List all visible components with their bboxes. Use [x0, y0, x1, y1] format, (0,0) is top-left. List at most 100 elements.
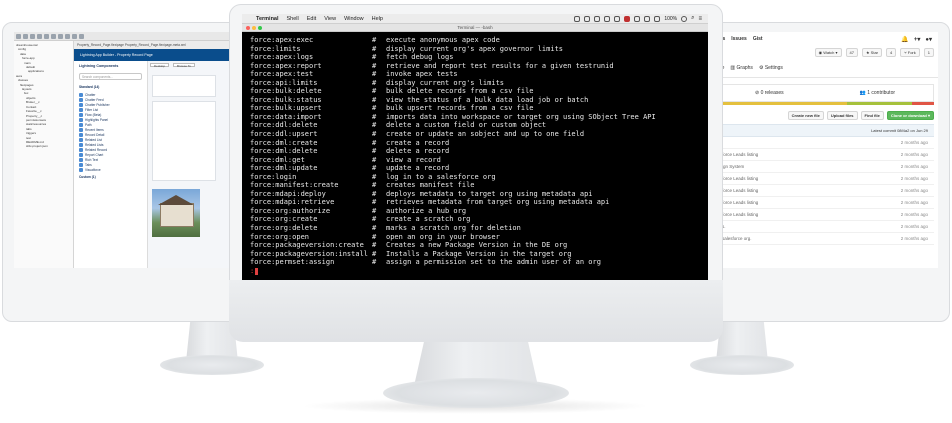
palette-item[interactable]: Visualforce	[79, 167, 142, 172]
search-icon[interactable]: ⌕	[691, 15, 694, 22]
record-detail-card[interactable]	[152, 101, 216, 181]
menu-window[interactable]: Window	[344, 16, 364, 22]
terminal-line: force:login # log in to a salesforce org	[250, 173, 700, 182]
tab-settings[interactable]: ⚙ Settings	[759, 65, 783, 71]
tray-icon[interactable]	[584, 15, 591, 22]
toolbar-icon[interactable]	[16, 34, 21, 39]
file-row[interactable]: force Leads listing 2 months ago	[716, 197, 934, 209]
file-row[interactable]: ign System 2 months ago	[716, 161, 934, 173]
palette-item-label: Related List	[85, 137, 102, 142]
command-name: force:bulk:delete	[250, 87, 322, 96]
tab-graphs[interactable]: ▥ Graphs	[730, 65, 753, 71]
plus-icon[interactable]: +▾	[914, 36, 921, 43]
terminal-line: force:mdapi:retrieve # retrieves metadata …	[250, 198, 700, 207]
component-search-input[interactable]: Search components...	[79, 73, 142, 80]
command-description: imports data into workspace or target or…	[386, 112, 656, 121]
star-button[interactable]: ★ Star	[861, 48, 883, 57]
commit-message[interactable]: force Leads listing	[722, 188, 758, 193]
commit-message[interactable]: force Leads listing	[722, 176, 758, 181]
nav-gist[interactable]: Gist	[753, 36, 763, 42]
tray-icon[interactable]	[614, 15, 621, 22]
project-explorer-tree[interactable]: dreamhouse-lwc config data force-app main def…	[14, 41, 74, 268]
record-header-card[interactable]	[152, 75, 216, 97]
command-description: open an org in your browser	[386, 232, 500, 241]
menu-list-icon[interactable]: ≡	[698, 16, 702, 22]
comment-hash: #	[372, 138, 377, 147]
tree-item[interactable]: sfdx-project.json	[16, 144, 71, 148]
watch-button[interactable]: ◉ Watch ▾	[814, 48, 842, 57]
clock-icon[interactable]	[681, 15, 688, 22]
palette-item-label: Related Lists	[85, 142, 104, 147]
file-row[interactable]: salesforce org. 2 months ago	[716, 233, 934, 245]
commit-message[interactable]: force Leads listing	[722, 200, 758, 205]
custom-section-label[interactable]: Custom (1)	[79, 175, 142, 179]
file-row[interactable]: force Leads listing 2 months ago	[716, 185, 934, 197]
file-row[interactable]: 2 months ago	[716, 137, 934, 149]
star-count[interactable]: 4	[886, 48, 897, 57]
command-description: create a record	[386, 138, 450, 147]
create-new-file-button[interactable]: Create new file	[787, 111, 824, 120]
menu-view[interactable]: View	[324, 16, 336, 22]
avatar[interactable]: ●▾	[925, 36, 932, 43]
watch-count[interactable]: 47	[845, 48, 858, 57]
tray-icon[interactable]	[604, 15, 611, 22]
language-bar[interactable]	[716, 102, 934, 105]
file-row[interactable]: force Leads listing 2 months ago	[716, 149, 934, 161]
zoom-icon[interactable]	[258, 26, 262, 30]
comment-hash: #	[372, 241, 377, 250]
toolbar-icon[interactable]	[30, 34, 35, 39]
toolbar-icon[interactable]	[79, 34, 84, 39]
bell-icon[interactable]: 🔔	[901, 36, 908, 43]
toolbar-icon[interactable]	[58, 34, 63, 39]
contributors-link[interactable]: 👥 1 contributor	[860, 90, 895, 96]
browse-to-button[interactable]: Browse To	[173, 63, 195, 68]
component-icon	[79, 112, 83, 117]
comment-hash: #	[372, 258, 377, 267]
minimize-icon[interactable]	[252, 26, 256, 30]
toolbar-icon[interactable]	[51, 34, 56, 39]
menu-edit[interactable]: Edit	[307, 16, 316, 22]
editor-tabs[interactable]: Property_Record_Page.flexipage Property_…	[74, 41, 240, 49]
menu-help[interactable]: Help	[372, 16, 383, 22]
terminal-titlebar[interactable]: Terminal — -bash	[242, 24, 708, 32]
app-menu[interactable]: Terminal	[256, 16, 279, 22]
clone-download-button[interactable]: Clone or download ▾	[886, 111, 934, 120]
toolbar-icon[interactable]	[44, 34, 49, 39]
fork-count[interactable]: 1	[923, 48, 934, 57]
releases-link[interactable]: ⊘ 0 releases	[755, 90, 784, 96]
device-select[interactable]: Desktop	[150, 63, 170, 68]
toolbar-icon[interactable]	[65, 34, 70, 39]
volume-icon[interactable]	[654, 15, 661, 22]
file-row[interactable]: force Leads listing 2 months ago	[716, 173, 934, 185]
commit-message[interactable]: force Leads listing	[722, 212, 758, 217]
file-row[interactable]: s. 2 months ago	[716, 221, 934, 233]
comment-hash: #	[372, 181, 377, 190]
find-file-button[interactable]: Find file	[860, 111, 884, 120]
toolbar-icon[interactable]	[23, 34, 28, 39]
tray-icon[interactable]	[624, 15, 631, 22]
tray-icon[interactable]	[594, 15, 601, 22]
tray-icon[interactable]	[574, 15, 581, 22]
commit-message[interactable]: salesforce org.	[722, 236, 752, 241]
latest-commit[interactable]: Latest commit 08f4a2 on Jun 29	[716, 124, 934, 137]
commit-message[interactable]: force Leads listing	[722, 152, 758, 157]
close-icon[interactable]	[246, 26, 250, 30]
command-description: display current org's limits	[386, 78, 505, 87]
standard-section-label[interactable]: Standard (14)	[79, 85, 142, 89]
file-row[interactable]: force Leads listing 2 months ago	[716, 209, 934, 221]
shell-prompt[interactable]: :	[250, 267, 700, 276]
toolbar-icon[interactable]	[37, 34, 42, 39]
menu-shell[interactable]: Shell	[287, 16, 299, 22]
fork-button[interactable]: ⑂ Fork	[900, 48, 920, 57]
terminal-output[interactable]: force:apex:exec # execute anonymous apex c…	[242, 32, 708, 275]
bluetooth-icon[interactable]	[634, 15, 641, 22]
commit-age: 2 months ago	[900, 199, 928, 205]
battery-indicator[interactable]: 100%	[664, 16, 677, 22]
upload-files-button[interactable]: Upload files	[826, 111, 858, 120]
commit-message[interactable]: ign System	[722, 164, 744, 169]
toolbar-icon[interactable]	[72, 34, 77, 39]
palette-item-label: Recent Items	[85, 127, 104, 132]
terminal-line: force:api:limits # display current org's l…	[250, 79, 700, 88]
nav-issues[interactable]: Issues	[731, 36, 747, 42]
wifi-icon[interactable]	[644, 15, 651, 22]
